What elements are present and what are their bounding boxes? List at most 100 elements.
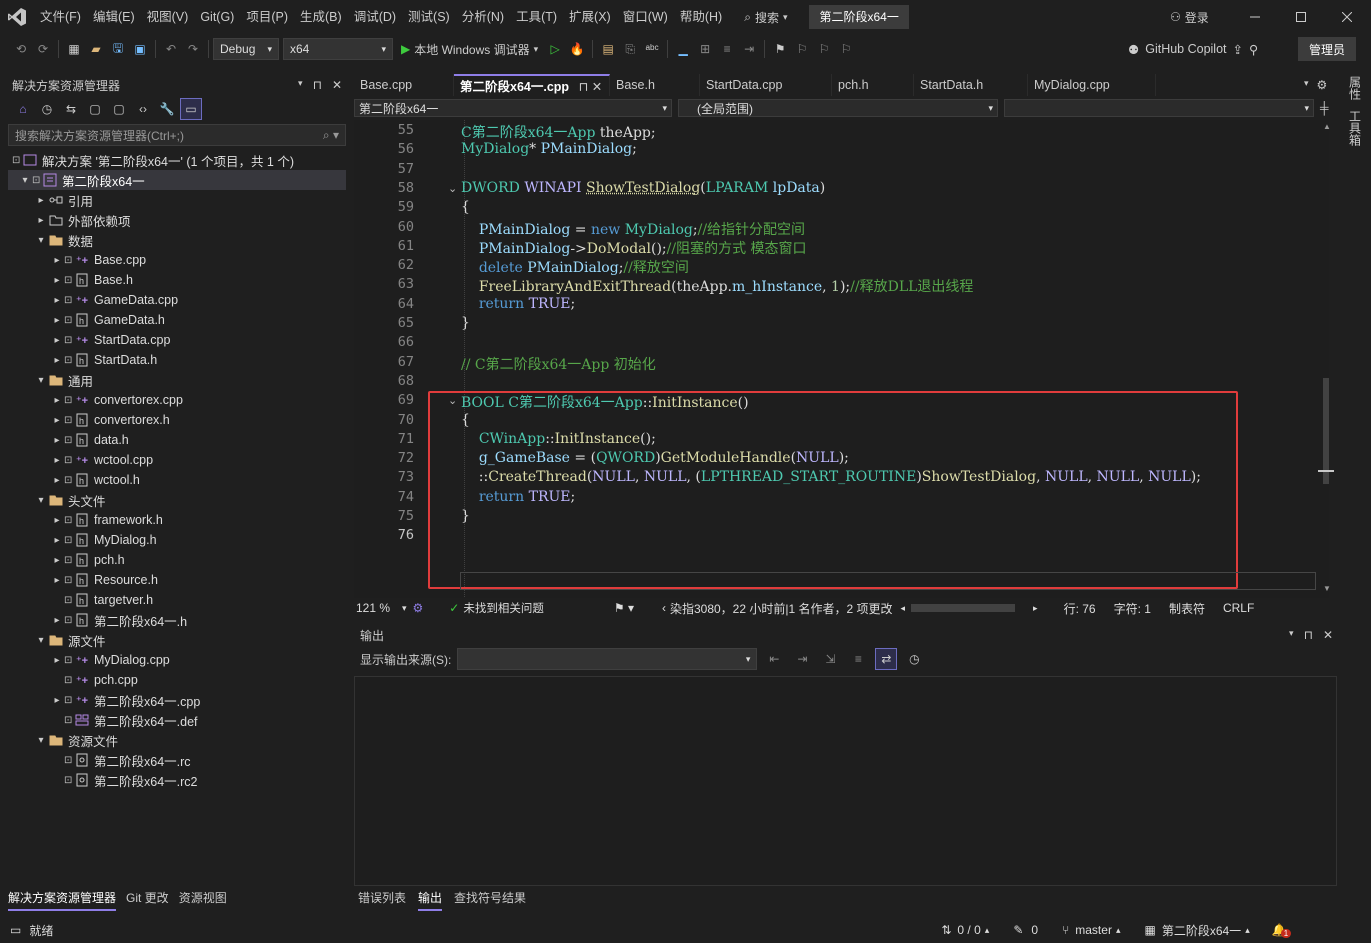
tab-output[interactable]: 输出 (418, 889, 443, 911)
save-icon[interactable]: 🖫 (107, 38, 129, 60)
outline-icon[interactable]: ≡ (716, 38, 738, 60)
tree-item[interactable]: ▸ ⊡ h data.h (8, 430, 346, 450)
horizontal-scroll-thumb[interactable] (911, 604, 1016, 612)
search-button[interactable]: ⌕ 搜索 ▾ (736, 9, 795, 26)
tree-item[interactable]: ▸ ⊡ h 第二阶段x64一.h (8, 610, 346, 630)
find-message-icon[interactable]: ⇤ (763, 648, 785, 670)
repo-icon[interactable]: ▦ (1144, 923, 1155, 937)
branch-icon[interactable]: ⑂ (1062, 923, 1069, 937)
tree-item[interactable]: ▸ ⊡ h StartData.h (8, 350, 346, 370)
line-ending[interactable]: CRLF (1223, 601, 1254, 615)
code-line[interactable]: MyDialog* PMainDialog; (461, 141, 637, 157)
toolbox-rail-tab[interactable]: 工具箱 (1347, 110, 1364, 146)
admin-badge[interactable]: 管理员 (1298, 37, 1356, 61)
scroll-up-icon[interactable]: ▲ (1323, 122, 1331, 131)
tree-item[interactable]: ⊡ ⁺+ pch.cpp (8, 670, 346, 690)
tree-item[interactable]: ▸ ⊡ h wctool.h (8, 470, 346, 490)
back-icon[interactable]: ⟲ (10, 38, 32, 60)
tab-list-icon[interactable]: ▾ (1304, 78, 1309, 92)
new-project-icon[interactable]: ▦ (63, 38, 85, 60)
cleanup-icon[interactable]: ⚑ ▾ (614, 601, 634, 615)
tree-item[interactable]: ▸ ⊡ ⁺+ MyDialog.cpp (8, 650, 346, 670)
close-button[interactable] (1324, 0, 1370, 34)
code-line[interactable]: } (461, 315, 470, 331)
editor-tab[interactable]: StartData.cpp (700, 74, 832, 96)
config-select[interactable]: Debug ▾ (213, 38, 279, 60)
code-line[interactable]: C第二阶段x64一App theApp; (461, 122, 656, 142)
platform-select[interactable]: x64 ▾ (283, 38, 393, 60)
menu-item-0[interactable]: 文件(F) (34, 0, 87, 34)
menu-item-6[interactable]: 调试(D) (348, 0, 402, 34)
word-wrap-icon[interactable]: ⇄ (875, 648, 898, 670)
menu-item-1[interactable]: 编辑(E) (87, 0, 141, 34)
minimize-button[interactable] (1232, 0, 1278, 34)
copilot-button[interactable]: ⚉ GitHub Copilot ⇪ ⚲ (1128, 34, 1258, 64)
spellcheck-icon[interactable]: ᵃᵇᶜ (641, 38, 663, 60)
pending-changes-icon[interactable]: ◷ (36, 98, 58, 120)
pin-icon[interactable]: ⊓ (313, 78, 322, 92)
sync-icon[interactable]: ⇆ (60, 98, 82, 120)
switch-views-icon[interactable]: ⌂ (12, 98, 34, 120)
line-position[interactable]: 行: 76 (1064, 600, 1096, 617)
redo-icon[interactable]: ↷ (182, 38, 204, 60)
pin-icon[interactable]: ⊓ (1304, 628, 1313, 642)
output-text-area[interactable] (354, 676, 1337, 886)
forward-icon[interactable]: ⟳ (32, 38, 54, 60)
bookmark-clear-icon[interactable]: ⚐ (835, 38, 857, 60)
chevron-down-icon[interactable]: ▾ (1289, 628, 1294, 642)
folder-icon[interactable]: ▤ (597, 38, 619, 60)
close-icon[interactable]: ✕ (1323, 628, 1333, 642)
tree-item[interactable]: ⊡ 第二阶段x64一.rc2 (8, 770, 346, 790)
collapse-all-icon[interactable]: ▢ (84, 98, 106, 120)
tree-item[interactable]: ▸ ⊡ ⁺+ wctool.cpp (8, 450, 346, 470)
menu-item-8[interactable]: 分析(N) (456, 0, 510, 34)
sync-icon[interactable]: ⇅ (941, 923, 951, 937)
split-icon[interactable]: ╪ (1320, 101, 1329, 115)
hscroll-left-icon[interactable]: ◂ (901, 603, 906, 614)
menu-item-10[interactable]: 扩展(X) (563, 0, 617, 34)
code-line[interactable]: { (461, 199, 470, 215)
tree-item[interactable]: ▾ 源文件 (8, 630, 346, 650)
step-icon[interactable]: ▁ (672, 38, 694, 60)
properties-icon[interactable]: 🔧 (156, 98, 178, 120)
save-all-icon[interactable]: ▣ (129, 38, 151, 60)
scroll-down-icon[interactable]: ▼ (1323, 584, 1331, 593)
format-icon[interactable]: ⊞ (694, 38, 716, 60)
tree-item[interactable]: ▸ ⊡ ⁺+ StartData.cpp (8, 330, 346, 350)
tree-item[interactable]: ▾ 数据 (8, 230, 346, 250)
tree-item[interactable]: ▸ ⊡ ⁺+ 第二阶段x64一.cpp (8, 690, 346, 710)
start-without-debug-icon[interactable]: ▷ (544, 38, 566, 60)
tree-item[interactable]: ⊡ 第二阶段x64一.def (8, 710, 346, 730)
nav-scope-select[interactable]: (全局范围) ▾ (678, 99, 998, 117)
editor-tab[interactable]: 第二阶段x64一.cpp ⊓ ✕ (454, 74, 610, 96)
tree-item[interactable]: ⊡ h targetver.h (8, 590, 346, 610)
login-button[interactable]: ⚇ 登录 (1170, 0, 1209, 34)
bookmark-icon[interactable]: ⚑ (769, 38, 791, 60)
bookmark-next-icon[interactable]: ⚐ (813, 38, 835, 60)
settings-icon[interactable]: ⚙ (1317, 78, 1328, 92)
char-position[interactable]: 字符: 1 (1114, 600, 1151, 617)
code-line[interactable]: PMainDialog->DoModal();//阻塞的方式 模态窗口 (461, 238, 807, 258)
tree-item[interactable]: ▸ ⊡ h convertorex.h (8, 410, 346, 430)
code-line[interactable]: delete PMainDialog;//释放空间 (461, 257, 689, 277)
menu-item-4[interactable]: 项目(P) (240, 0, 294, 34)
undo-icon[interactable]: ↶ (160, 38, 182, 60)
code-area[interactable]: 55 C第二阶段x64一App theApp; 56 MyDialog* PMainD… (354, 120, 1334, 599)
share-icon[interactable]: ⇪ (1233, 42, 1243, 57)
code-line[interactable]: // C第二阶段x64一App 初始化 (461, 354, 656, 374)
menu-item-11[interactable]: 窗口(W) (617, 0, 674, 34)
git-blame[interactable]: 染指3080，22 小时前|1 名作者，2 项更改 (670, 600, 893, 617)
tree-item[interactable]: ▸ ⊡ h Resource.h (8, 570, 346, 590)
code-line[interactable]: FreeLibraryAndExitThread(theApp.m_hInsta… (461, 276, 974, 296)
branch-name[interactable]: master (1075, 923, 1112, 937)
tree-item[interactable]: ⊡ 第二阶段x64一.rc (8, 750, 346, 770)
tree-item[interactable]: ▸ ⊡ ⁺+ convertorex.cpp (8, 390, 346, 410)
tree-item[interactable]: ▾ 资源文件 (8, 730, 346, 750)
menu-item-12[interactable]: 帮助(H) (674, 0, 728, 34)
menu-item-9[interactable]: 工具(T) (510, 0, 563, 34)
vs-logo-icon[interactable] (0, 0, 34, 34)
editor-tab[interactable]: MyDialog.cpp (1028, 74, 1156, 96)
solution-name-badge[interactable]: 第二阶段x64一 (809, 5, 909, 29)
hot-reload-icon[interactable]: 🔥 (566, 38, 588, 60)
close-icon[interactable]: ✕ (332, 78, 342, 92)
